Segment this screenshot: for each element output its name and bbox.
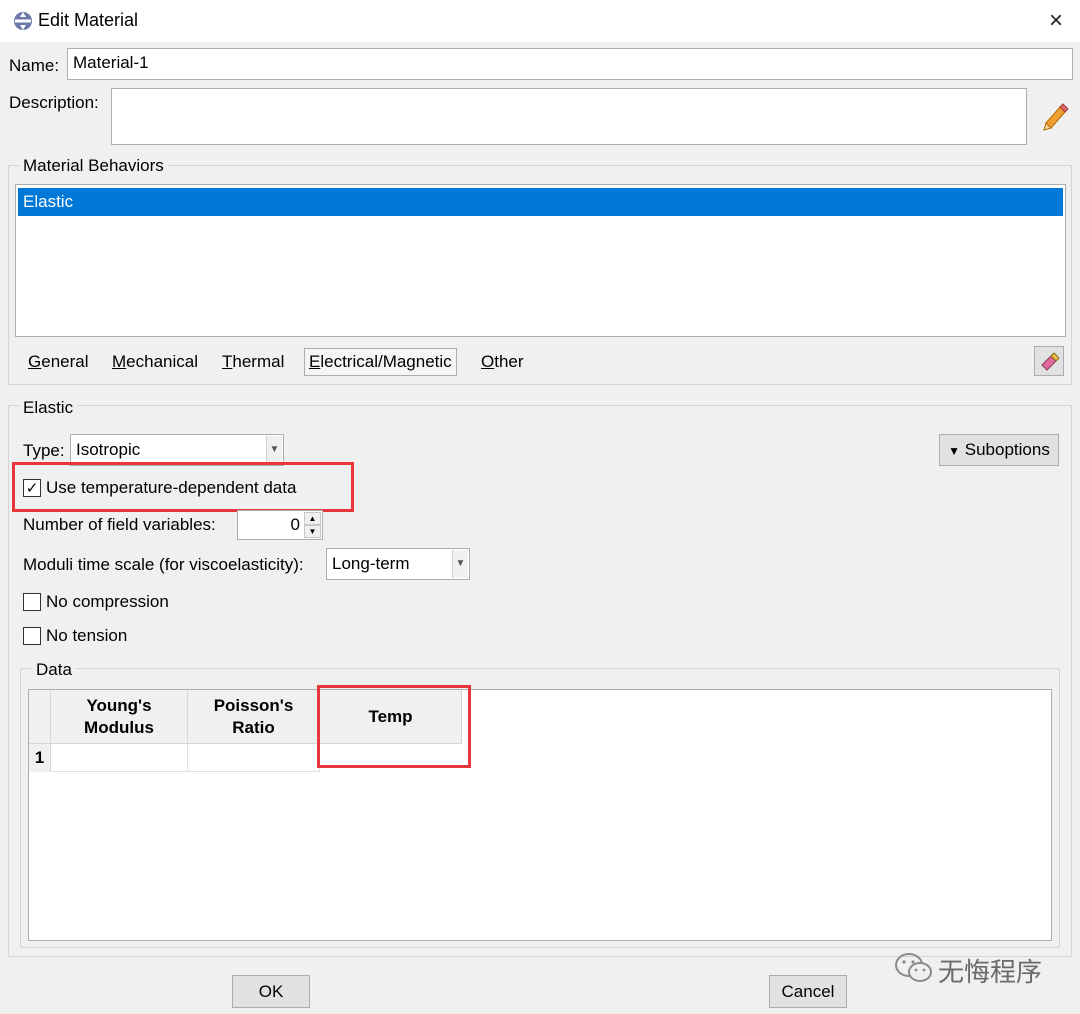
app-icon <box>14 12 32 30</box>
no-tension-checkbox[interactable] <box>23 627 41 645</box>
menu-general[interactable]: General <box>28 352 89 372</box>
name-field[interactable]: Material-1 <box>67 48 1073 80</box>
menu-mechanical-mnemonic: M <box>112 352 127 371</box>
type-label: Type: <box>23 441 65 460</box>
menu-electrical-magnetic[interactable]: Electrical/Magnetic <box>304 348 457 376</box>
chevron-down-icon: ▼ <box>266 436 282 464</box>
field-vars-value: 0 <box>290 515 300 534</box>
suboptions-button[interactable]: ▼ Suboptions <box>939 434 1059 466</box>
column-header-line: Ratio <box>232 717 275 737</box>
description-label: Description: <box>9 93 99 112</box>
name-label: Name: <box>9 56 60 75</box>
menu-other[interactable]: Other <box>481 352 524 372</box>
menu-other-rest: ther <box>494 352 524 371</box>
eraser-icon <box>1041 352 1060 371</box>
wechat-icon <box>895 953 932 982</box>
triangle-down-icon: ▼ <box>948 444 961 458</box>
moduli-select-value: Long-term <box>332 554 410 573</box>
elastic-title: Elastic <box>19 398 78 418</box>
cancel-button[interactable]: Cancel <box>769 975 847 1008</box>
menu-mechanical[interactable]: Mechanical <box>112 352 198 372</box>
chevron-down-icon: ▼ <box>452 550 468 578</box>
column-header-line: Young's <box>86 695 152 715</box>
watermark-text: 无悔程序 <box>938 958 1043 988</box>
window-title: Edit Material <box>38 10 139 30</box>
table-corner <box>29 690 51 744</box>
type-select-value: Isotropic <box>76 440 141 459</box>
behavior-item-elastic[interactable]: Elastic <box>18 188 1063 216</box>
spinner-down-icon[interactable]: ▼ <box>304 525 321 538</box>
eraser-button[interactable] <box>1034 346 1064 376</box>
behaviors-list[interactable]: Elastic <box>15 184 1066 337</box>
menu-thermal-mnemonic: T <box>222 352 233 371</box>
material-behaviors-title: Material Behaviors <box>19 156 168 176</box>
table-cell-youngs-modulus[interactable] <box>51 744 188 772</box>
field-vars-label: Number of field variables: <box>23 515 216 534</box>
menu-general-mnemonic: G <box>28 352 42 371</box>
menu-thermal[interactable]: Thermal <box>222 352 284 372</box>
ok-button[interactable]: OK <box>232 975 310 1008</box>
menu-mechanical-rest: echanical <box>126 352 198 371</box>
data-title: Data <box>32 660 76 680</box>
menu-other-mnemonic: O <box>481 352 495 371</box>
spinner-up-icon[interactable]: ▲ <box>304 512 321 525</box>
table-cell-poissons-ratio[interactable] <box>188 744 320 772</box>
column-header-youngs-modulus[interactable]: Young's Modulus <box>51 690 188 744</box>
column-header-line: Modulus <box>84 717 154 737</box>
menu-general-rest: eneral <box>41 352 89 371</box>
close-icon[interactable]: × <box>1043 8 1069 34</box>
no-tension-label: No tension <box>46 626 128 645</box>
row-header[interactable]: 1 <box>29 744 51 772</box>
title-bar <box>0 0 1080 42</box>
menu-thermal-rest: hermal <box>232 352 285 371</box>
description-field[interactable] <box>111 88 1027 145</box>
menu-electrical-mnemonic: E <box>309 352 321 371</box>
column-header-line: Poisson's <box>213 695 294 715</box>
highlight-box-temp-column <box>317 685 471 768</box>
highlight-box-temp-dependent <box>12 462 354 512</box>
pencil-edit-icon[interactable] <box>1040 101 1070 131</box>
menu-electrical-rest: lectrical/Magnetic <box>320 352 452 371</box>
no-compression-label: No compression <box>46 592 169 611</box>
moduli-label: Moduli time scale (for viscoelasticity): <box>23 555 304 574</box>
no-compression-checkbox[interactable] <box>23 593 41 611</box>
data-table[interactable]: Young's Modulus Poisson's Ratio Temp 1 <box>28 689 1052 941</box>
column-header-poissons-ratio[interactable]: Poisson's Ratio <box>188 690 320 744</box>
suboptions-label: Suboptions <box>964 440 1050 459</box>
moduli-select[interactable]: Long-term ▼ <box>326 548 470 580</box>
